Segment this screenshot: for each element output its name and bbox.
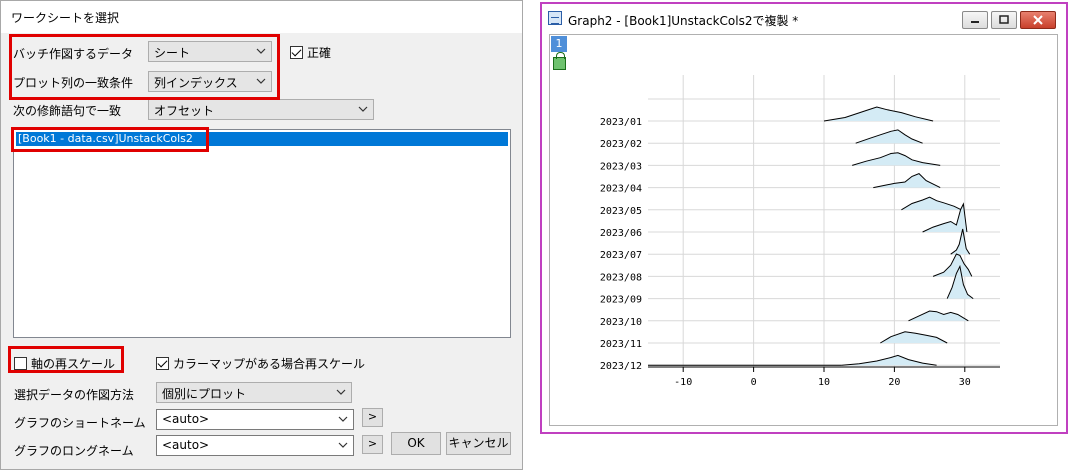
maximize-icon bbox=[999, 15, 1009, 24]
match-condition-label: プロット列の一致条件 bbox=[13, 76, 134, 90]
category-label: 2023/02 bbox=[600, 139, 642, 150]
lock-icon[interactable] bbox=[553, 52, 566, 70]
short-name-input[interactable]: <auto> bbox=[156, 409, 354, 430]
rescale-axis-label: 軸の再スケール bbox=[31, 357, 116, 371]
next-modifier-value: オフセット bbox=[154, 104, 215, 118]
chevron-down-icon bbox=[358, 101, 368, 117]
cancel-button[interactable]: キャンセル bbox=[446, 432, 511, 455]
next-modifier-label: 次の修飾語句で一致 bbox=[13, 104, 122, 118]
worksheet-listbox[interactable]: [Book1 - data.csv]UnstackCols2 bbox=[13, 129, 511, 338]
plot-method-value: 個別にプロット bbox=[162, 387, 247, 401]
x-tick-label: 0 bbox=[751, 377, 757, 388]
maximize-button[interactable] bbox=[991, 11, 1017, 29]
chevron-down-icon bbox=[256, 73, 266, 89]
graph-canvas: 1 2023/01 2023/02 2023/03 2023/04 2023/05 202… bbox=[549, 34, 1058, 426]
match-condition-value: 列インデックス bbox=[154, 76, 238, 90]
exact-label: 正確 bbox=[307, 46, 332, 60]
chevron-down-icon[interactable] bbox=[338, 411, 348, 427]
category-label: 2023/03 bbox=[600, 161, 642, 172]
long-name-arrow-button[interactable]: > bbox=[362, 435, 383, 454]
category-label: 2023/09 bbox=[600, 295, 642, 306]
plot-method-select[interactable]: 個別にプロット bbox=[156, 382, 352, 403]
category-label: 2023/12 bbox=[600, 361, 642, 372]
x-tick-label: -10 bbox=[674, 377, 692, 388]
x-tick-label: 30 bbox=[959, 377, 971, 388]
batch-data-value: シート bbox=[154, 46, 191, 60]
colormap-rescale-label: カラーマップがある場合再スケール bbox=[173, 357, 366, 371]
ridge-fill bbox=[901, 197, 962, 210]
batch-data-label: バッチ作図するデータ bbox=[13, 47, 134, 61]
layer-tab[interactable]: 1 bbox=[551, 36, 567, 52]
rescale-axis-checkbox[interactable]: 軸の再スケール bbox=[14, 355, 115, 372]
chevron-down-icon bbox=[256, 43, 266, 59]
colormap-rescale-checkbox-box[interactable] bbox=[156, 357, 169, 370]
batch-data-select[interactable]: シート bbox=[148, 41, 272, 62]
short-name-arrow-button[interactable]: > bbox=[362, 408, 383, 427]
category-label: 2023/05 bbox=[600, 206, 642, 217]
ridge-fill bbox=[824, 107, 934, 121]
dialog-title: ワークシートを選択 bbox=[1, 1, 522, 33]
category-label: 2023/06 bbox=[600, 228, 642, 239]
category-label: 2023/07 bbox=[600, 250, 642, 261]
worksheet-select-dialog: ワークシートを選択 バッチ作図するデータ シート 正確 プロット列の一致条件 列… bbox=[0, 0, 523, 470]
exact-checkbox-box[interactable] bbox=[290, 46, 303, 59]
minimize-button[interactable] bbox=[962, 11, 988, 29]
match-condition-select[interactable]: 列インデックス bbox=[148, 71, 272, 92]
category-label: 2023/04 bbox=[600, 184, 642, 195]
long-name-label: グラフのロングネーム bbox=[14, 444, 134, 458]
category-label: 2023/08 bbox=[600, 272, 642, 283]
category-label: 2023/10 bbox=[600, 317, 642, 328]
close-icon bbox=[1033, 15, 1043, 25]
list-item[interactable]: [Book1 - data.csv]UnstackCols2 bbox=[16, 132, 508, 146]
minimize-icon bbox=[971, 21, 979, 23]
next-modifier-select[interactable]: オフセット bbox=[148, 99, 374, 120]
plot-method-label: 選択データの作図方法 bbox=[14, 388, 135, 402]
short-name-label: グラフのショートネーム bbox=[14, 416, 146, 430]
long-name-input[interactable]: <auto> bbox=[156, 435, 354, 456]
exact-checkbox[interactable]: 正確 bbox=[290, 44, 331, 61]
graph-window-icon bbox=[548, 11, 562, 25]
rescale-axis-checkbox-box[interactable] bbox=[14, 357, 27, 370]
graph-window-title: Graph2 - [Book1]UnstackCols2で複製 * bbox=[568, 14, 799, 28]
ridge-fill bbox=[933, 254, 972, 277]
colormap-rescale-checkbox[interactable]: カラーマップがある場合再スケール bbox=[156, 355, 365, 372]
long-name-value: <auto> bbox=[162, 438, 210, 452]
chevron-down-icon[interactable] bbox=[338, 437, 348, 453]
graph-window: Graph2 - [Book1]UnstackCols2で複製 * 1 2023… bbox=[540, 2, 1068, 434]
chevron-down-icon bbox=[336, 384, 346, 400]
x-tick-label: 10 bbox=[818, 377, 830, 388]
graph-title-bar: Graph2 - [Book1]UnstackCols2で複製 * bbox=[542, 4, 1066, 34]
category-label: 2023/11 bbox=[600, 339, 642, 350]
x-tick-label: 20 bbox=[888, 377, 900, 388]
category-label: 2023/01 bbox=[600, 117, 642, 128]
ridgeline-chart: 2023/01 2023/02 2023/03 2023/04 2023/05 2023/… bbox=[600, 75, 1000, 388]
close-button[interactable] bbox=[1020, 11, 1056, 29]
short-name-value: <auto> bbox=[162, 412, 210, 426]
ok-button[interactable]: OK bbox=[391, 432, 441, 455]
